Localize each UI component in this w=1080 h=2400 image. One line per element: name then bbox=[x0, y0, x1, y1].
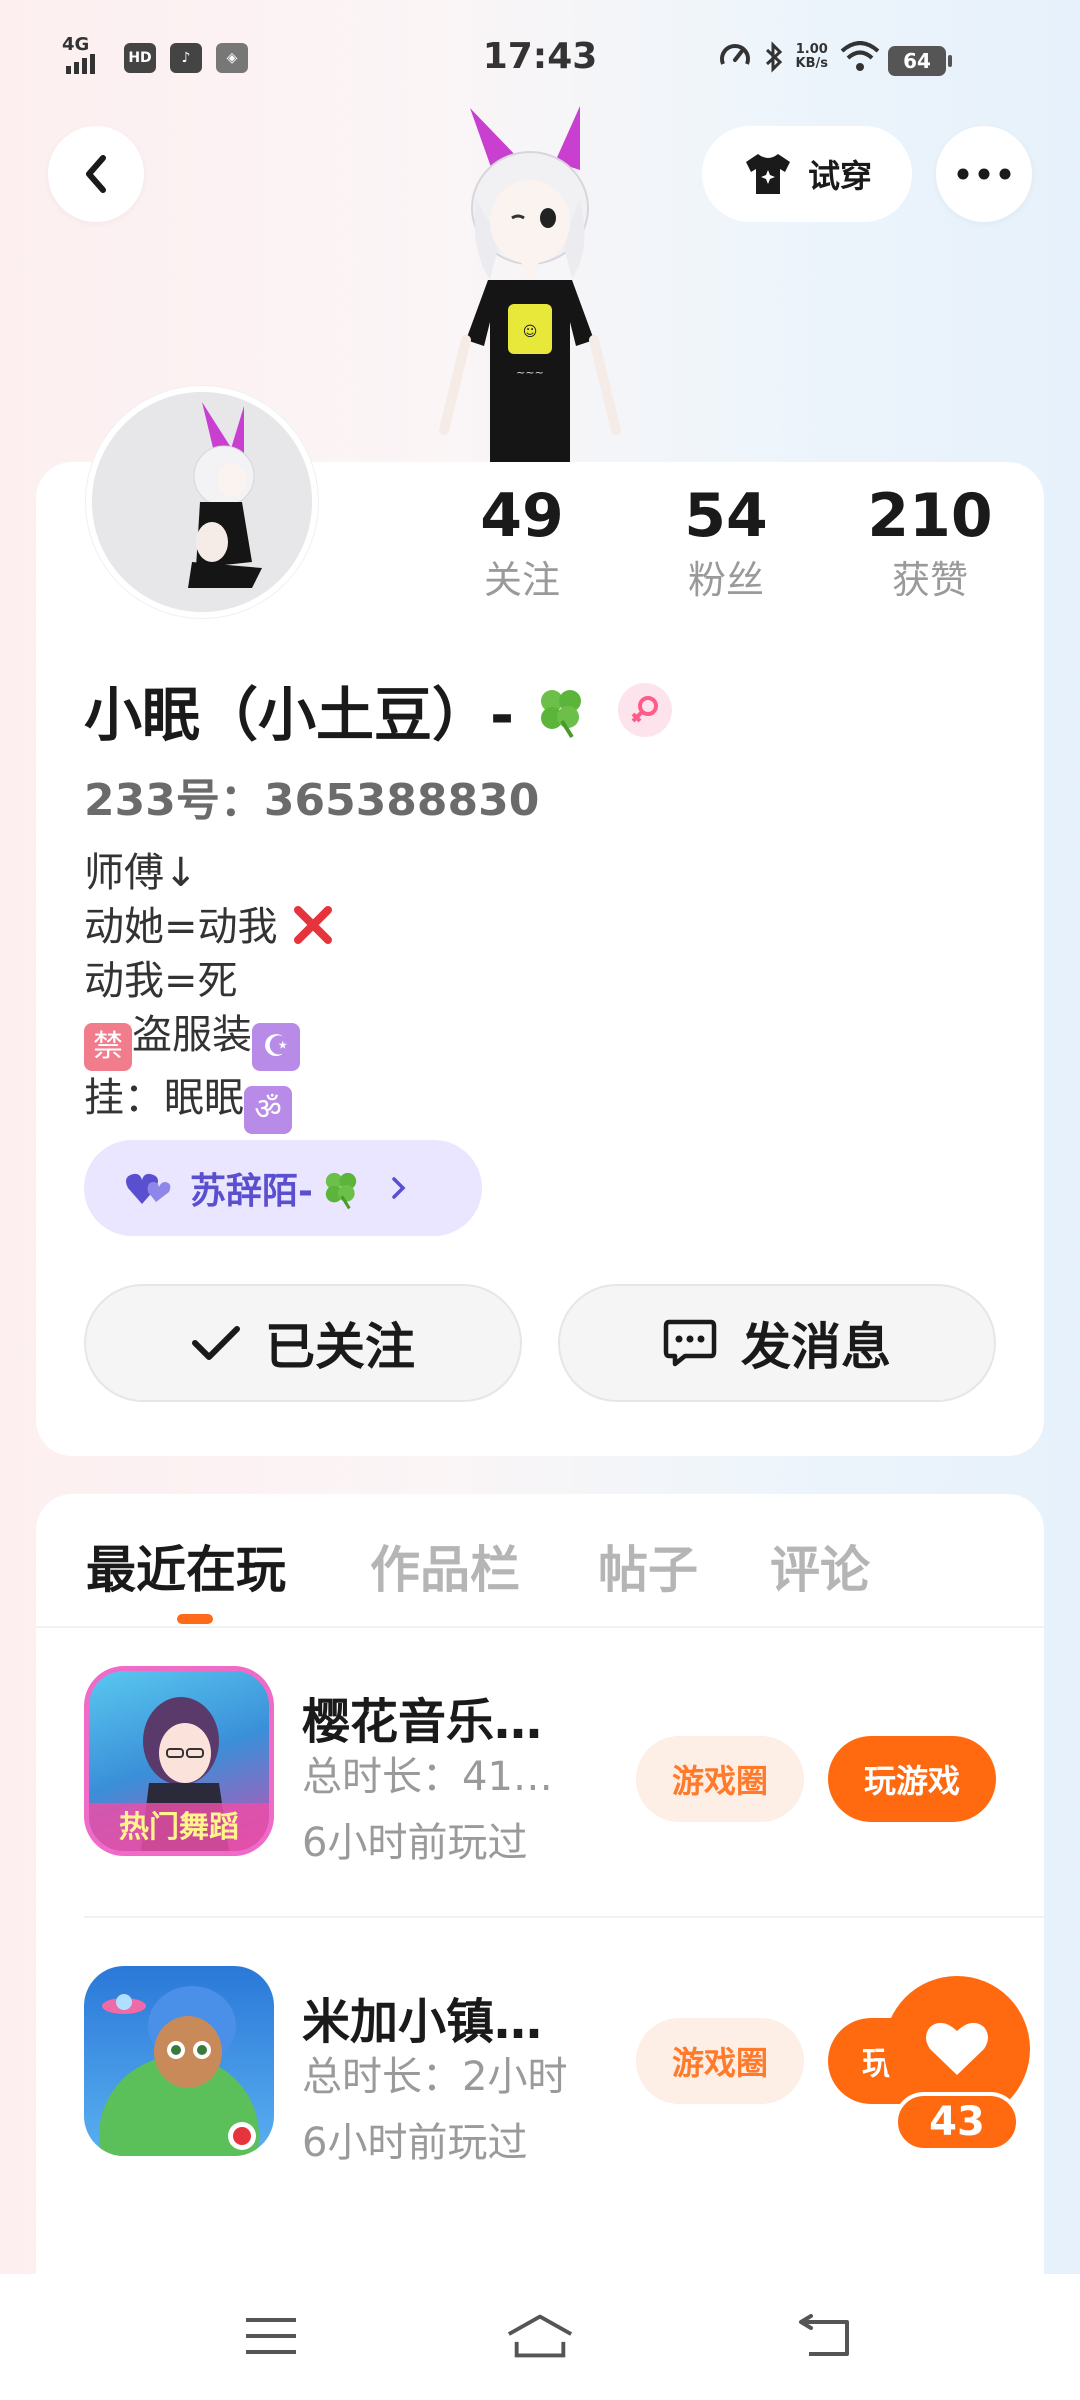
net-speed: 1.00 KB/s bbox=[795, 42, 828, 71]
game-icon bbox=[84, 1966, 274, 2156]
system-nav-bar bbox=[0, 2274, 1080, 2400]
female-icon bbox=[618, 683, 673, 737]
game-icon-text: 热门舞蹈 bbox=[119, 1810, 239, 1845]
bio-line-3: 动我=死 bbox=[84, 958, 238, 1004]
try-on-label: 试穿 bbox=[807, 157, 872, 195]
tab-divider bbox=[36, 1626, 1044, 1628]
tab-bar: 最近在玩 作品栏 帖子 评论 bbox=[0, 1494, 1080, 1624]
nav-back-button[interactable] bbox=[790, 2306, 860, 2366]
followed-button[interactable]: 已关注 bbox=[84, 1284, 522, 1402]
bio-line-5: 挂：眠眠 bbox=[84, 1075, 244, 1121]
heart-icon bbox=[926, 2022, 988, 2075]
tab-posts[interactable]: 帖子 bbox=[598, 1530, 698, 1602]
more-dots-icon bbox=[957, 168, 1011, 180]
avatar-3d-figure[interactable]: ☺ ~~~ bbox=[430, 100, 660, 462]
game-duration: 总时长：2小时 bbox=[302, 2054, 568, 2100]
stat-followers[interactable]: 54 粉丝 bbox=[636, 480, 816, 606]
bio: 师傅↓ 动她=动我 动我=死 禁盗服装 ☪ 挂：眠眠 ॐ bbox=[84, 846, 336, 1134]
game-last-played: 6小时前玩过 bbox=[302, 2120, 528, 2166]
game-duration: 总时长：41… bbox=[302, 1754, 553, 1800]
send-message-button[interactable]: 发消息 bbox=[558, 1284, 996, 1402]
menu-icon bbox=[246, 2318, 296, 2354]
avatar[interactable] bbox=[86, 386, 318, 618]
chevron-left-icon bbox=[86, 155, 106, 193]
likes-label: 获赞 bbox=[891, 558, 968, 602]
game-title: 樱花音乐… bbox=[302, 1694, 543, 1750]
back-arrow-icon bbox=[799, 2314, 849, 2356]
tab-comments[interactable]: 评论 bbox=[770, 1530, 870, 1602]
bio-line-2-row: 动她=动我 bbox=[84, 900, 336, 954]
active-tab-indicator bbox=[177, 1614, 213, 1624]
relation-chip[interactable]: 苏辞陌- bbox=[84, 1140, 482, 1236]
following-count: 49 bbox=[480, 481, 564, 551]
like-count: 43 bbox=[894, 2092, 1020, 2152]
tab-works[interactable]: 作品栏 bbox=[370, 1530, 520, 1602]
clover-icon bbox=[325, 1172, 357, 1210]
stat-following[interactable]: 49 关注 bbox=[432, 480, 612, 606]
forbidden-badge: 禁 bbox=[84, 1023, 132, 1071]
avatar-image bbox=[92, 392, 312, 612]
bio-line-2: 动她=动我 bbox=[84, 904, 278, 950]
back-button[interactable] bbox=[48, 126, 144, 222]
try-on-button[interactable]: 试穿 bbox=[702, 126, 912, 222]
followers-count: 54 bbox=[684, 481, 768, 551]
bio-line-1: 师傅↓ bbox=[84, 850, 198, 896]
play-game-button[interactable]: 玩游戏 bbox=[828, 1736, 996, 1822]
svg-text:☺: ☺ bbox=[523, 324, 538, 340]
name-row: 小眠（小土豆）- bbox=[84, 668, 673, 752]
user-name: 小眠（小土豆）- bbox=[84, 681, 515, 749]
bluetooth-icon bbox=[765, 41, 782, 73]
send-message-label: 发消息 bbox=[741, 1318, 891, 1376]
followers-label: 粉丝 bbox=[687, 558, 764, 602]
game-icon: 热门舞蹈 bbox=[84, 1666, 274, 1856]
cross-mark-icon bbox=[294, 906, 333, 944]
nav-home-button[interactable] bbox=[505, 2306, 575, 2366]
tab-recently-played[interactable]: 最近在玩 bbox=[86, 1530, 286, 1602]
crescent-star-icon: ☪ bbox=[252, 1023, 300, 1071]
wifi-icon bbox=[840, 41, 880, 71]
speedometer-icon bbox=[719, 44, 750, 65]
bio-line-4-row: 禁盗服装 ☪ bbox=[84, 1008, 336, 1071]
game-title: 米加小镇… bbox=[302, 1994, 543, 2050]
bio-line-4: 盗服装 bbox=[132, 1012, 252, 1058]
likes-count: 210 bbox=[867, 481, 993, 551]
svg-text:~~~: ~~~ bbox=[516, 366, 544, 379]
clover-icon bbox=[541, 690, 582, 739]
checkmark-icon bbox=[192, 1326, 240, 1360]
bio-line-5-row: 挂：眠眠 ॐ bbox=[84, 1071, 336, 1134]
om-icon: ॐ bbox=[244, 1086, 292, 1134]
game-last-played: 6小时前玩过 bbox=[302, 1820, 528, 1866]
tshirt-icon bbox=[745, 154, 790, 194]
user-id: 233号：365388830 bbox=[84, 775, 540, 826]
status-right: 1.00 KB/s bbox=[718, 40, 880, 74]
double-heart-icon bbox=[126, 1173, 171, 1204]
relation-name: 苏辞陌- bbox=[190, 1171, 313, 1212]
more-button[interactable] bbox=[936, 126, 1032, 222]
home-icon bbox=[507, 2314, 573, 2358]
following-label: 关注 bbox=[483, 558, 560, 602]
row-divider bbox=[84, 1916, 1044, 1918]
followed-label: 已关注 bbox=[265, 1318, 415, 1376]
nav-menu-button[interactable] bbox=[236, 2306, 306, 2366]
stat-likes[interactable]: 210 获赞 bbox=[840, 480, 1020, 606]
chat-bubble-icon bbox=[663, 1319, 717, 1367]
chevron-right-icon bbox=[392, 1177, 406, 1199]
game-circle-button[interactable]: 游戏圈 bbox=[636, 1736, 804, 1822]
battery-icon: 64 bbox=[888, 46, 952, 76]
game-circle-button[interactable]: 游戏圈 bbox=[636, 2018, 804, 2104]
game-row[interactable]: 热门舞蹈 樱花音乐… 总时长：41… 6小时前玩过 游戏圈 玩游戏 bbox=[0, 1666, 1080, 1916]
